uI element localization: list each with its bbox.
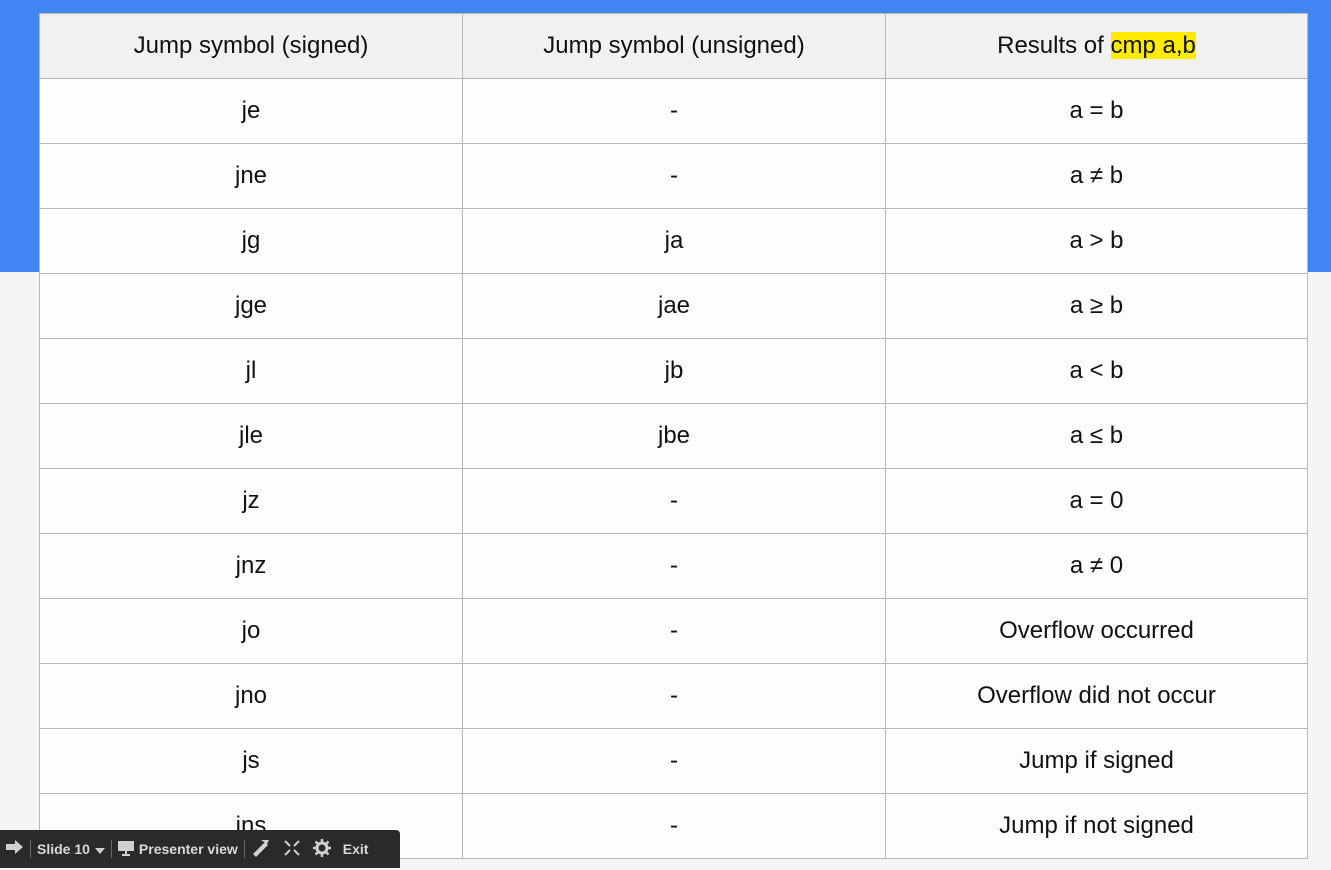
cell-unsigned: - <box>462 143 886 209</box>
cell-unsigned: - <box>462 598 886 664</box>
cell-result: Overflow did not occur <box>885 663 1308 729</box>
cell-result: a = b <box>885 78 1308 144</box>
cell-unsigned: jae <box>462 273 886 339</box>
slide-content: Jump symbol (signed) Jump symbol (unsign… <box>39 13 1308 859</box>
table-header-row: Jump symbol (signed) Jump symbol (unsign… <box>39 13 1308 79</box>
cell-unsigned: - <box>462 78 886 144</box>
arrow-right-icon <box>6 839 24 860</box>
table-row: jle jbe a ≤ b <box>39 403 1308 469</box>
cell-result: Overflow occurred <box>885 598 1308 664</box>
cell-result: Jump if not signed <box>885 793 1308 859</box>
table-row: je - a = b <box>39 78 1308 144</box>
exit-label: Exit <box>342 841 369 857</box>
slide-label: Slide 10 <box>37 841 90 857</box>
cell-signed: je <box>39 78 463 144</box>
header-results-label: Results of <box>997 32 1111 59</box>
cell-signed: jg <box>39 208 463 274</box>
highlighted-text: cmp a,b <box>1110 32 1196 59</box>
table-row: jg ja a > b <box>39 208 1308 274</box>
table-row: jnz - a ≠ 0 <box>39 533 1308 599</box>
cell-signed: jo <box>39 598 463 664</box>
cell-result: a < b <box>885 338 1308 404</box>
cell-result: a ≠ b <box>885 143 1308 209</box>
cell-result: a > b <box>885 208 1308 274</box>
cell-unsigned: - <box>462 468 886 534</box>
table-row: jo - Overflow occurred <box>39 598 1308 664</box>
table-row: jno - Overflow did not occur <box>39 663 1308 729</box>
cell-unsigned: - <box>462 533 886 599</box>
laser-pointer-icon <box>251 838 271 861</box>
presenter-view-button[interactable]: Presenter view <box>112 830 244 868</box>
cell-signed: jz <box>39 468 463 534</box>
cell-result: a = 0 <box>885 468 1308 534</box>
cell-signed: jle <box>39 403 463 469</box>
cell-signed: jl <box>39 338 463 404</box>
cell-signed: jno <box>39 663 463 729</box>
fullscreen-button[interactable] <box>277 830 307 868</box>
gear-icon <box>312 838 331 860</box>
table-row: jz - a = 0 <box>39 468 1308 534</box>
cell-signed: jnz <box>39 533 463 599</box>
cell-signed: jne <box>39 143 463 209</box>
cell-unsigned: ja <box>462 208 886 274</box>
header-signed: Jump symbol (signed) <box>39 13 463 79</box>
cell-signed: js <box>39 728 463 794</box>
cell-result: a ≥ b <box>885 273 1308 339</box>
presenter-view-label: Presenter view <box>138 841 238 857</box>
header-unsigned: Jump symbol (unsigned) <box>462 13 886 79</box>
header-results: Results of cmp a,b <box>885 13 1308 79</box>
fullscreen-icon <box>283 839 301 860</box>
cell-unsigned: - <box>462 663 886 729</box>
cell-unsigned: - <box>462 728 886 794</box>
table-row: jne - a ≠ b <box>39 143 1308 209</box>
next-slide-button[interactable] <box>0 830 30 868</box>
cell-result: a ≠ 0 <box>885 533 1308 599</box>
presentation-toolbar: Slide 10 Presenter view Exit <box>0 830 400 868</box>
table-row: jl jb a < b <box>39 338 1308 404</box>
cell-unsigned: jbe <box>462 403 886 469</box>
jump-table: Jump symbol (signed) Jump symbol (unsign… <box>39 13 1308 859</box>
table-row: js - Jump if signed <box>39 728 1308 794</box>
slide-selector-button[interactable]: Slide 10 <box>31 830 111 868</box>
cell-unsigned: jb <box>462 338 886 404</box>
cell-unsigned: - <box>462 793 886 859</box>
presenter-icon <box>117 840 134 859</box>
exit-button[interactable]: Exit <box>337 830 375 868</box>
cell-result: a ≤ b <box>885 403 1308 469</box>
cell-result: Jump if signed <box>885 728 1308 794</box>
table-row: jge jae a ≥ b <box>39 273 1308 339</box>
settings-button[interactable] <box>307 830 337 868</box>
laser-pointer-button[interactable] <box>245 830 277 868</box>
cell-signed: jge <box>39 273 463 339</box>
chevron-down-icon <box>94 841 105 857</box>
